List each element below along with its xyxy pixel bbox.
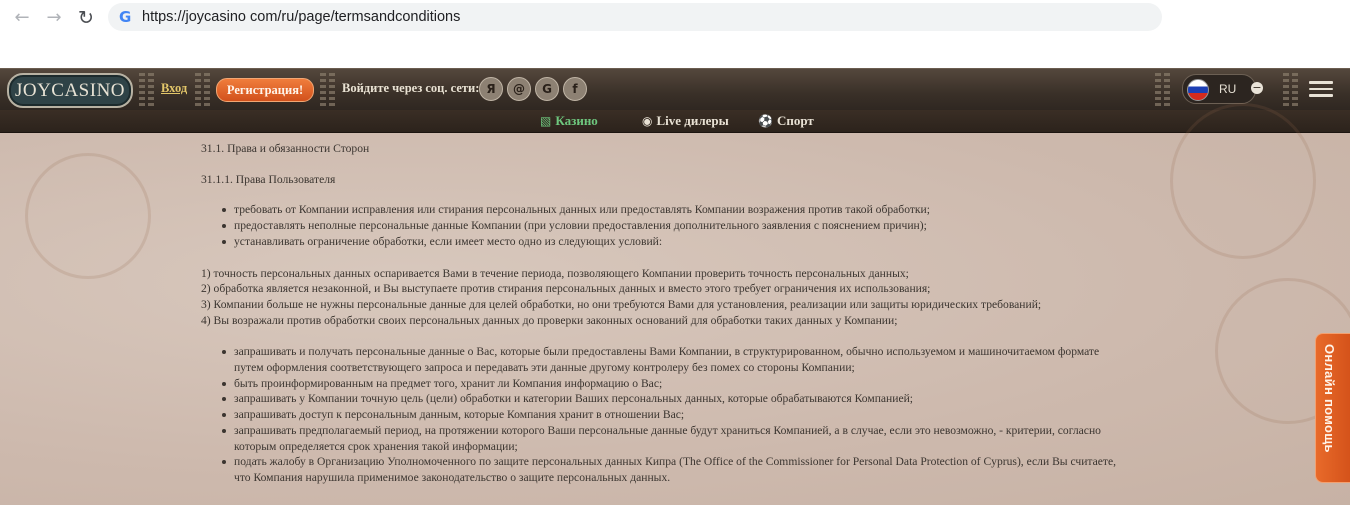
tab-casino[interactable]: ▧ Казино: [540, 113, 598, 129]
browser-chrome: ← → ↻ G https://joycasino com/ru/page/te…: [0, 0, 1350, 68]
list-item: подать жалобу в Организацию Уполномоченн…: [222, 454, 1131, 485]
google-icon[interactable]: G: [535, 77, 559, 101]
facebook-icon[interactable]: f: [563, 77, 587, 101]
rivet-divider: [1155, 73, 1161, 106]
rivet-divider: [1292, 73, 1298, 106]
rivet-divider: [148, 73, 154, 106]
url-text: https://joycasino com/ru/page/termsandco…: [142, 9, 461, 25]
language-selector[interactable]: RU: [1182, 74, 1256, 104]
list-item: запрашивать у Компании точную цель (цели…: [222, 391, 1131, 407]
dealer-icon: ◉: [642, 114, 653, 128]
numbered-item: 2) обработка является незаконной, и Вы в…: [201, 282, 931, 296]
sub-navigation: ▧ Казино ◉ Live дилеры ⚽ Спорт: [0, 110, 1350, 133]
tab-live-dealers[interactable]: ◉ Live дилеры: [642, 113, 729, 129]
rivet-divider: [329, 73, 335, 106]
terms-content-area: 31.1. Права и обязанности Сторон 31.1.1.…: [0, 103, 1350, 505]
rivet-divider: [204, 73, 210, 106]
tab-sport[interactable]: ⚽ Спорт: [758, 113, 814, 129]
arrow-left-icon[interactable]: ←: [10, 6, 34, 30]
list-item: запрашивать предполагаемый период, на пр…: [222, 423, 1131, 454]
arrow-right-icon[interactable]: →: [42, 6, 66, 30]
online-help-tab[interactable]: Онлайн помощь: [1315, 333, 1350, 483]
google-g-icon: G: [119, 8, 132, 26]
list-item: быть проинформированным на предмет того,…: [222, 376, 1131, 392]
list-item: требовать от Компании исправления или ст…: [222, 202, 1131, 218]
coffee-stain-decoration: [1170, 103, 1316, 259]
list-item: запрашивать доступ к персональным данным…: [222, 407, 1131, 423]
slot-machine-icon: ▧: [540, 114, 552, 128]
mailru-icon[interactable]: @: [507, 77, 531, 101]
rivet-divider: [1164, 73, 1170, 106]
register-button[interactable]: Регистрация!: [216, 78, 314, 102]
list-item: предоставлять неполные персональные данн…: [222, 218, 1131, 234]
coffee-stain-decoration: [25, 153, 151, 279]
numbered-item: 1) точность персональных данных оспарива…: [201, 266, 909, 280]
section-title: 31.1. Права и обязанности Сторон: [201, 142, 370, 155]
list-item: устанавливать ограничение обработки, есл…: [222, 234, 1131, 250]
subsection-title: 31.1.1. Права Пользователя: [201, 172, 336, 186]
expand-icon[interactable]: −: [1251, 82, 1263, 94]
rivet-divider: [1283, 73, 1289, 106]
numbered-item: 3) Компании больше не нужны персональные…: [201, 297, 1042, 311]
rivet-divider: [320, 73, 326, 106]
list-item: запрашивать и получать персональные данн…: [222, 344, 1131, 375]
hamburger-menu-icon[interactable]: [1309, 81, 1333, 97]
login-link[interactable]: Вход: [161, 81, 187, 96]
terms-text: 31.1. Права и обязанности Сторон 31.1.1.…: [201, 141, 1131, 486]
numbered-item: 4) Вы возражали против обработки своих п…: [201, 313, 898, 327]
social-login-label: Войдите через соц. сети:: [342, 81, 480, 95]
user-rights-list-2: запрашивать и получать персональные данн…: [201, 344, 1131, 485]
user-rights-list: требовать от Компании исправления или ст…: [201, 202, 1131, 249]
rivet-divider: [139, 73, 145, 106]
ball-icon: ⚽: [758, 114, 773, 128]
online-help-label: Онлайн помощь: [1322, 344, 1337, 453]
site-header: JOYCASINO Вход Регистрация! Войдите чере…: [0, 68, 1350, 111]
joycasino-logo[interactable]: JOYCASINO: [7, 73, 133, 108]
language-code: RU: [1219, 82, 1237, 96]
yandex-icon[interactable]: Я: [479, 77, 503, 101]
address-bar[interactable]: G https://joycasino com/ru/page/termsand…: [108, 3, 1162, 31]
rivet-divider: [195, 73, 201, 106]
reload-icon[interactable]: ↻: [74, 6, 98, 30]
russia-flag-icon: [1187, 79, 1209, 101]
